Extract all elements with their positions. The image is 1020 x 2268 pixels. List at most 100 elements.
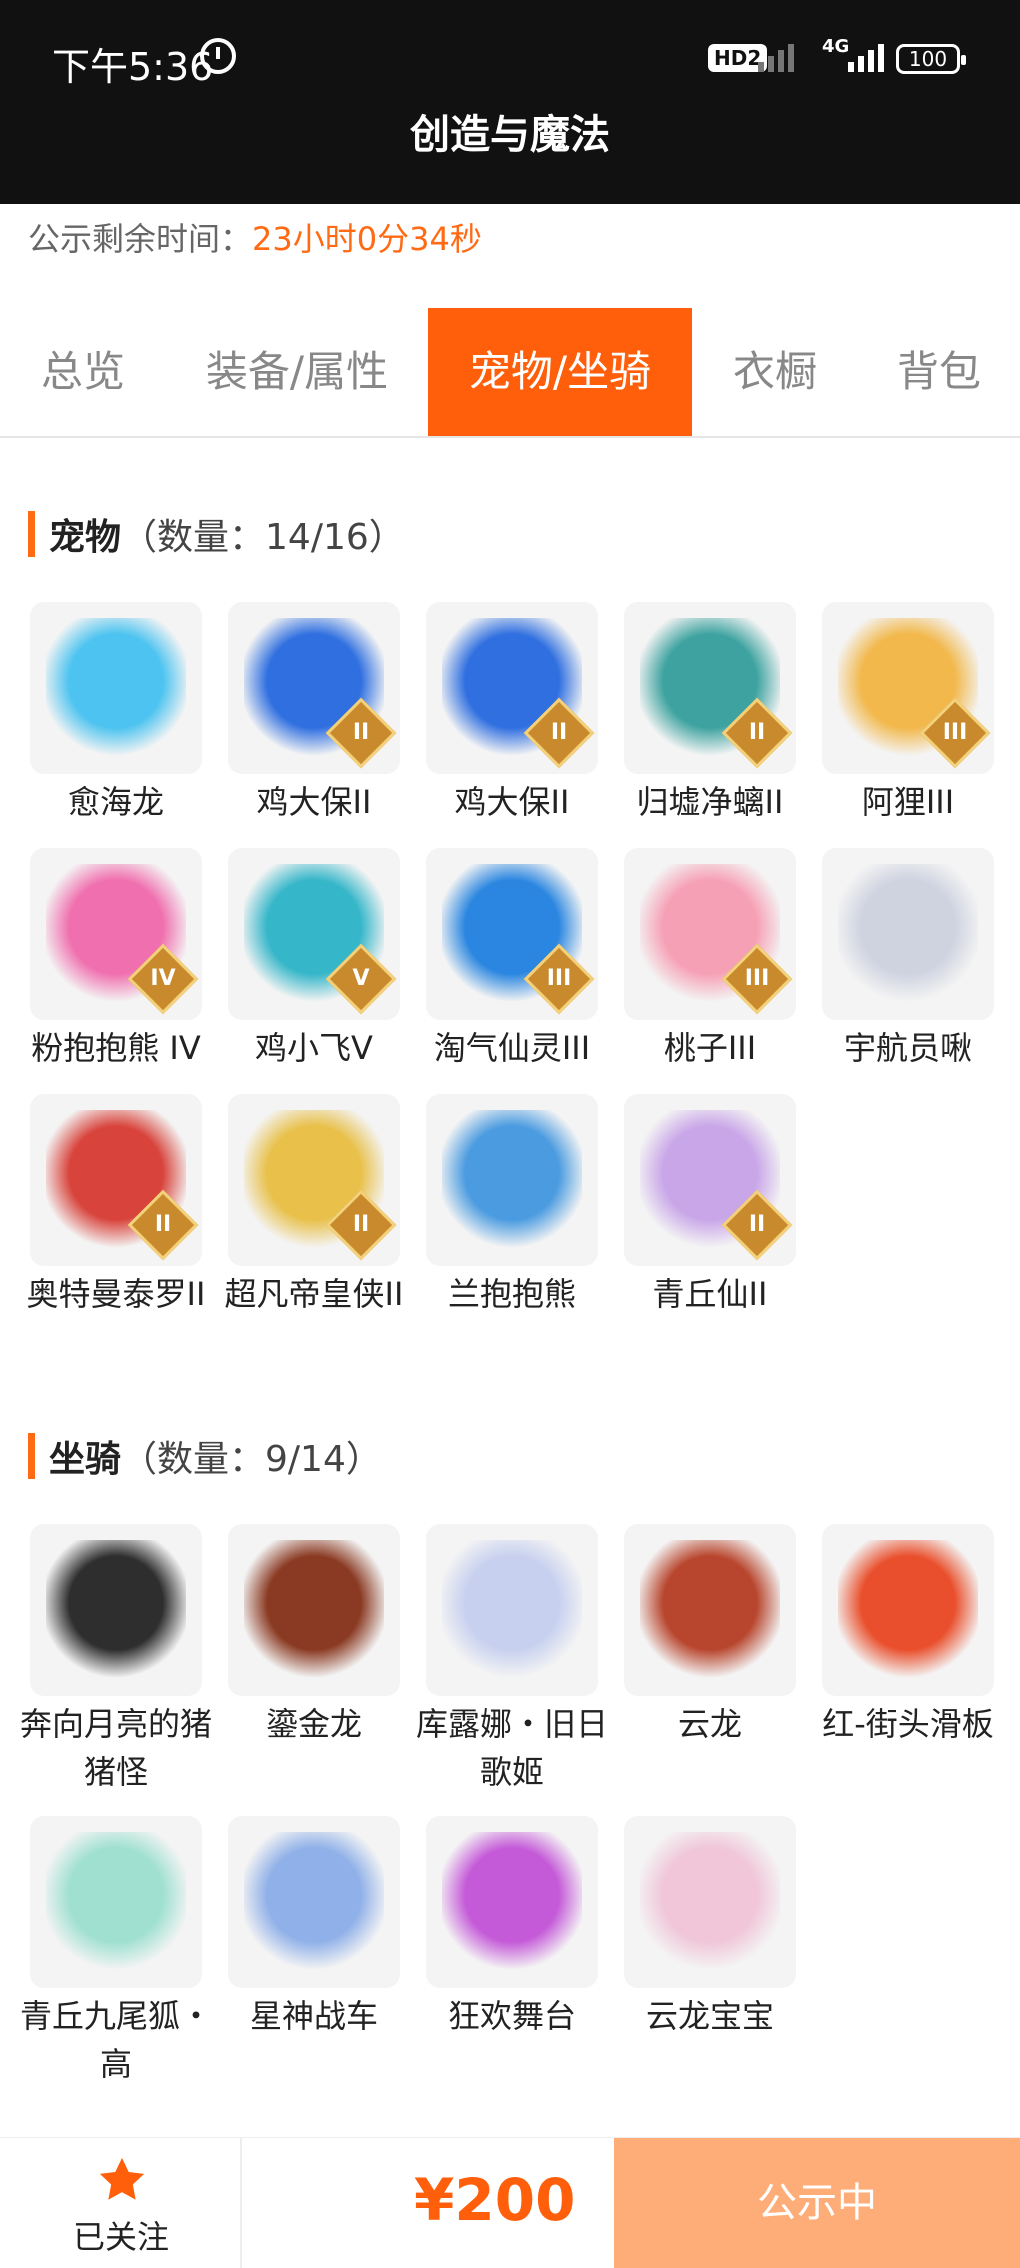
pet-item[interactable]: 愈海龙 xyxy=(28,602,204,826)
countdown-label: 公示剩余时间： xyxy=(28,220,253,258)
mount-thumbnail xyxy=(228,1816,400,1988)
pet-name: 愈海龙 xyxy=(67,783,164,821)
mount-name: 奔向月亮的猪猪怪 xyxy=(19,1705,212,1791)
pet-item[interactable]: V 鸡小飞V xyxy=(226,848,402,1072)
tab-equipment[interactable]: 装备/属性 xyxy=(166,308,428,436)
mount-name: 库露娜・旧日歌姬 xyxy=(415,1705,608,1791)
network-label: 4G xyxy=(822,36,850,57)
mount-image xyxy=(442,1540,582,1680)
tab-bar: 总览 装备/属性 宠物/坐骑 衣橱 背包 xyxy=(0,308,1020,438)
pet-item[interactable]: II 青丘仙II xyxy=(622,1094,798,1318)
mount-image xyxy=(838,1540,978,1680)
countdown-value: 23小时0分34秒 xyxy=(252,220,482,258)
mount-image xyxy=(46,1832,186,1972)
grade-label: IV xyxy=(150,966,176,991)
alarm-icon xyxy=(200,38,236,74)
signal-1-icon xyxy=(758,38,794,72)
mount-name: 鎏金龙 xyxy=(265,1705,362,1743)
pet-image xyxy=(442,1110,582,1250)
pet-thumbnail: II xyxy=(228,602,400,774)
mount-thumbnail xyxy=(228,1524,400,1696)
tab-pets-mounts[interactable]: 宠物/坐骑 xyxy=(428,308,692,436)
tab-backpack[interactable]: 背包 xyxy=(858,308,1020,436)
tab-overview[interactable]: 总览 xyxy=(0,308,166,436)
mount-name: 云龙宝宝 xyxy=(645,1997,774,2035)
pet-name: 粉抱抱熊 IV xyxy=(31,1029,201,1067)
pet-name: 青丘仙II xyxy=(652,1275,768,1313)
pets-count: （数量：14/16） xyxy=(121,517,405,558)
signal-2-icon xyxy=(848,38,884,72)
mount-image xyxy=(640,1540,780,1680)
publicity-countdown: 公示剩余时间：23小时0分34秒 xyxy=(28,214,482,260)
mount-name: 狂欢舞台 xyxy=(447,1997,576,2035)
pet-name: 鸡大保II xyxy=(454,783,570,821)
mount-item[interactable]: 奔向月亮的猪猪怪 xyxy=(20,1524,212,1796)
pet-thumbnail: II xyxy=(426,602,598,774)
pet-item[interactable]: III 阿狸III xyxy=(820,602,996,826)
price: ¥200 xyxy=(414,2166,576,2234)
mount-item[interactable]: 青丘九尾狐・高 xyxy=(20,1816,212,2088)
bottom-bar: 已关注 ¥200 公示中 xyxy=(0,2137,1020,2268)
pet-name: 归墟净螭II xyxy=(636,783,784,821)
pet-thumbnail: III xyxy=(822,602,994,774)
mount-item[interactable]: 红-街头滑板 xyxy=(820,1524,996,1748)
mount-thumbnail xyxy=(30,1816,202,1988)
mount-image xyxy=(46,1540,186,1680)
mount-thumbnail xyxy=(426,1816,598,1988)
pet-thumbnail xyxy=(30,602,202,774)
grade-label: II xyxy=(154,1212,172,1237)
pet-name: 超凡帝皇侠II xyxy=(224,1275,404,1313)
mount-item[interactable]: 云龙宝宝 xyxy=(622,1816,798,2040)
pet-thumbnail: II xyxy=(30,1094,202,1266)
pet-item[interactable]: III 桃子III xyxy=(622,848,798,1072)
pet-thumbnail: III xyxy=(426,848,598,1020)
mount-name: 云龙 xyxy=(677,1705,742,1743)
follow-button[interactable]: 已关注 xyxy=(0,2138,242,2268)
grade-label: V xyxy=(352,966,370,991)
mount-item[interactable]: 星神战车 xyxy=(226,1816,402,2040)
pet-item[interactable]: 宇航员啾 xyxy=(820,848,996,1072)
mount-image xyxy=(244,1832,384,1972)
pet-item[interactable]: II 鸡大保II xyxy=(424,602,600,826)
mount-thumbnail xyxy=(30,1524,202,1696)
mount-item[interactable]: 鎏金龙 xyxy=(226,1524,402,1748)
mounts-title: 坐骑 xyxy=(49,1439,122,1480)
pet-item[interactable]: IV 粉抱抱熊 IV xyxy=(28,848,204,1072)
pet-thumbnail: IV xyxy=(30,848,202,1020)
follow-label: 已关注 xyxy=(72,2218,169,2256)
publicity-status-button[interactable]: 公示中 xyxy=(614,2138,1020,2268)
mount-image xyxy=(442,1832,582,1972)
pet-name: 宇航员啾 xyxy=(843,1029,972,1067)
pet-thumbnail: III xyxy=(624,848,796,1020)
mount-image xyxy=(640,1832,780,1972)
mount-thumbnail xyxy=(624,1816,796,1988)
status-bar: 下午5:36 HD2 4G 100 xyxy=(0,0,1020,108)
mount-item[interactable]: 库露娜・旧日歌姬 xyxy=(416,1524,608,1796)
pet-item[interactable]: II 归墟净螭II xyxy=(622,602,798,826)
grade-label: III xyxy=(546,966,572,991)
pet-thumbnail xyxy=(426,1094,598,1266)
pet-thumbnail: II xyxy=(624,602,796,774)
grade-label: II xyxy=(352,1212,370,1237)
pet-name: 桃子III xyxy=(663,1029,757,1067)
pet-item[interactable]: II 鸡大保II xyxy=(226,602,402,826)
pet-thumbnail xyxy=(822,848,994,1020)
grade-label: II xyxy=(352,720,370,745)
pet-item[interactable]: 兰抱抱熊 xyxy=(424,1094,600,1318)
pets-section-title: 宠物 （数量：14/16） xyxy=(28,508,405,560)
pet-item[interactable]: III 淘气仙灵III xyxy=(424,848,600,1072)
pet-thumbnail: V xyxy=(228,848,400,1020)
pet-name: 兰抱抱熊 xyxy=(447,1275,576,1313)
pet-name: 阿狸III xyxy=(861,783,955,821)
mount-item[interactable]: 云龙 xyxy=(622,1524,798,1748)
grade-label: II xyxy=(748,1212,766,1237)
pet-item[interactable]: II 超凡帝皇侠II xyxy=(225,1094,403,1318)
mounts-count: （数量：9/14） xyxy=(121,1439,382,1480)
pet-image xyxy=(46,618,186,758)
battery-icon: 100 xyxy=(896,44,966,74)
pet-item[interactable]: II 奥特曼泰罗II xyxy=(27,1094,205,1318)
grade-label: II xyxy=(748,720,766,745)
tab-wardrobe[interactable]: 衣橱 xyxy=(692,308,858,436)
pet-thumbnail: II xyxy=(624,1094,796,1266)
mount-item[interactable]: 狂欢舞台 xyxy=(424,1816,600,2040)
